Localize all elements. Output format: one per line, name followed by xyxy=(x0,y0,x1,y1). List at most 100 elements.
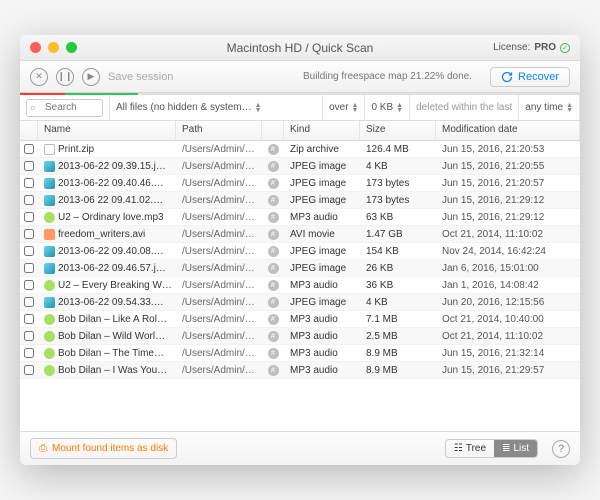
file-mod: Nov 24, 2014, 16:42:24 xyxy=(436,246,580,257)
chevron-updown-icon: ▲▼ xyxy=(352,103,359,113)
size-val-filter[interactable]: 0 KB ▲▼ xyxy=(365,95,410,120)
file-size: 173 bytes xyxy=(360,178,436,189)
table-row[interactable]: 2013-06-22 09.39.15.j…/Users/Admin/P…#JP… xyxy=(20,158,580,175)
status-text: Building freespace map 21.22% done. xyxy=(303,71,472,82)
row-checkbox[interactable] xyxy=(20,229,38,239)
file-mod: Jun 15, 2016, 21:20:57 xyxy=(436,178,580,189)
file-name: Bob Dilan – Like A Rol… xyxy=(38,314,176,325)
row-checkbox[interactable] xyxy=(20,212,38,222)
disk-icon: ⎙ xyxy=(39,443,47,454)
row-checkbox[interactable] xyxy=(20,297,38,307)
file-kind: JPEG image xyxy=(284,195,360,206)
file-list[interactable]: Print.zip/Users/Admin/D…#Zip archive126.… xyxy=(20,141,580,431)
col-size[interactable]: Size xyxy=(360,121,436,140)
file-mod: Jan 1, 2016, 14:08:42 xyxy=(436,280,580,291)
row-checkbox[interactable] xyxy=(20,195,38,205)
tag-icon: # xyxy=(262,212,284,223)
table-row[interactable]: U2 – Every Breaking W…/Users/Admin/M…#MP… xyxy=(20,277,580,294)
file-kind: MP3 audio xyxy=(284,348,360,359)
row-checkbox[interactable] xyxy=(20,365,38,375)
file-path: /Users/Admin/P… xyxy=(176,263,262,274)
tag-icon: # xyxy=(262,229,284,240)
recover-button[interactable]: Recover xyxy=(490,67,570,87)
table-row[interactable]: U2 – Ordinary love.mp3/Users/Admin/M…#MP… xyxy=(20,209,580,226)
mount-label: Mount found items as disk xyxy=(52,443,168,454)
mount-button[interactable]: ⎙ Mount found items as disk xyxy=(30,438,177,459)
col-kind[interactable]: Kind xyxy=(284,121,360,140)
file-name: Bob Dilan – The Time… xyxy=(38,348,176,359)
tag-icon: # xyxy=(262,314,284,325)
table-row[interactable]: Bob Dilan – The Time…/Users/Admin/M…#MP3… xyxy=(20,345,580,362)
tree-view-button[interactable]: ☷ Tree xyxy=(446,440,494,457)
license-label: License: xyxy=(493,42,530,53)
table-row[interactable]: 2013-06-22 09.54.33.…/Users/Admin/P…#JPE… xyxy=(20,294,580,311)
row-checkbox[interactable] xyxy=(20,263,38,273)
row-checkbox[interactable] xyxy=(20,348,38,358)
file-kind: Zip archive xyxy=(284,144,360,155)
col-mod[interactable]: Modification date xyxy=(436,121,580,140)
file-icon xyxy=(44,229,55,240)
file-icon xyxy=(44,212,55,223)
file-path: /Users/Admin/D… xyxy=(176,144,262,155)
file-name: Print.zip xyxy=(38,144,176,155)
row-checkbox[interactable] xyxy=(20,331,38,341)
file-path: /Users/Admin/M… xyxy=(176,365,262,376)
file-mod: Jun 15, 2016, 21:29:57 xyxy=(436,365,580,376)
row-checkbox[interactable] xyxy=(20,161,38,171)
save-session-button[interactable]: Save session xyxy=(108,71,173,83)
table-header: Name Path Kind Size Modification date xyxy=(20,121,580,141)
file-mod: Jun 20, 2016, 12:15:56 xyxy=(436,297,580,308)
file-mod: Jun 15, 2016, 21:29:12 xyxy=(436,212,580,223)
table-row[interactable]: 2013-06-22 09.46.57.j…/Users/Admin/P…#JP… xyxy=(20,260,580,277)
recover-icon xyxy=(501,71,513,83)
row-checkbox[interactable] xyxy=(20,144,38,154)
tag-icon: # xyxy=(262,297,284,308)
table-row[interactable]: 2013-06-22 09.40.08.…/Users/Admin/P…#JPE… xyxy=(20,243,580,260)
file-name: Bob Dilan – I Was You… xyxy=(38,365,176,376)
search-input[interactable] xyxy=(26,99,103,117)
row-checkbox[interactable] xyxy=(20,178,38,188)
file-icon xyxy=(44,144,55,155)
col-name[interactable]: Name xyxy=(38,121,176,140)
table-row[interactable]: 2013-06 22 09.41.02.…/Users/Admin/P…#JPE… xyxy=(20,192,580,209)
col-path[interactable]: Path xyxy=(176,121,262,140)
stop-button[interactable]: ✕ xyxy=(30,68,48,86)
table-row[interactable]: Print.zip/Users/Admin/D…#Zip archive126.… xyxy=(20,141,580,158)
table-row[interactable]: Bob Dilan – Wild Worl…/Users/Admin/M…#MP… xyxy=(20,328,580,345)
file-icon xyxy=(44,263,55,274)
file-icon xyxy=(44,348,55,359)
file-path: /Users/Admin/M… xyxy=(176,348,262,359)
help-button[interactable]: ? xyxy=(552,440,570,458)
list-view-button[interactable]: ≣ List xyxy=(494,440,537,457)
file-path: /Users/Admin/P… xyxy=(176,246,262,257)
row-checkbox[interactable] xyxy=(20,280,38,290)
tag-icon: # xyxy=(262,280,284,291)
file-icon xyxy=(44,246,55,257)
table-row[interactable]: freedom_writers.avi/Users/Admin/…#AVI mo… xyxy=(20,226,580,243)
file-size: 36 KB xyxy=(360,280,436,291)
file-mod: Jun 15, 2016, 21:32:14 xyxy=(436,348,580,359)
table-row[interactable]: Bob Dilan – Like A Rol…/Users/Admin/M…#M… xyxy=(20,311,580,328)
file-type-filter[interactable]: All files (no hidden & system… ▲▼ xyxy=(110,95,323,120)
file-size: 126.4 MB xyxy=(360,144,436,155)
file-kind: MP3 audio xyxy=(284,365,360,376)
time-filter[interactable]: any time ▲▼ xyxy=(519,95,580,120)
chevron-updown-icon: ▲▼ xyxy=(255,103,262,113)
pause-button[interactable]: ❙❙ xyxy=(56,68,74,86)
file-size: 7.1 MB xyxy=(360,314,436,325)
table-row[interactable]: Bob Dilan – I Was You…/Users/Admin/M…#MP… xyxy=(20,362,580,379)
deleted-label: deleted within the last xyxy=(410,95,519,120)
file-name: 2013-06-22 09.40.08.… xyxy=(38,246,176,257)
row-checkbox[interactable] xyxy=(20,314,38,324)
row-checkbox[interactable] xyxy=(20,246,38,256)
play-button[interactable]: ▶ xyxy=(82,68,100,86)
check-icon: ✓ xyxy=(560,43,570,53)
table-row[interactable]: 2013-06-22 09.40.46.…/Users/Admin/P…#JPE… xyxy=(20,175,580,192)
tag-icon: # xyxy=(262,161,284,172)
tag-icon: # xyxy=(262,331,284,342)
size-op-filter[interactable]: over ▲▼ xyxy=(323,95,365,120)
file-name: Bob Dilan – Wild Worl… xyxy=(38,331,176,342)
tag-icon: # xyxy=(262,178,284,189)
tag-icon: # xyxy=(262,195,284,206)
file-icon xyxy=(44,297,55,308)
